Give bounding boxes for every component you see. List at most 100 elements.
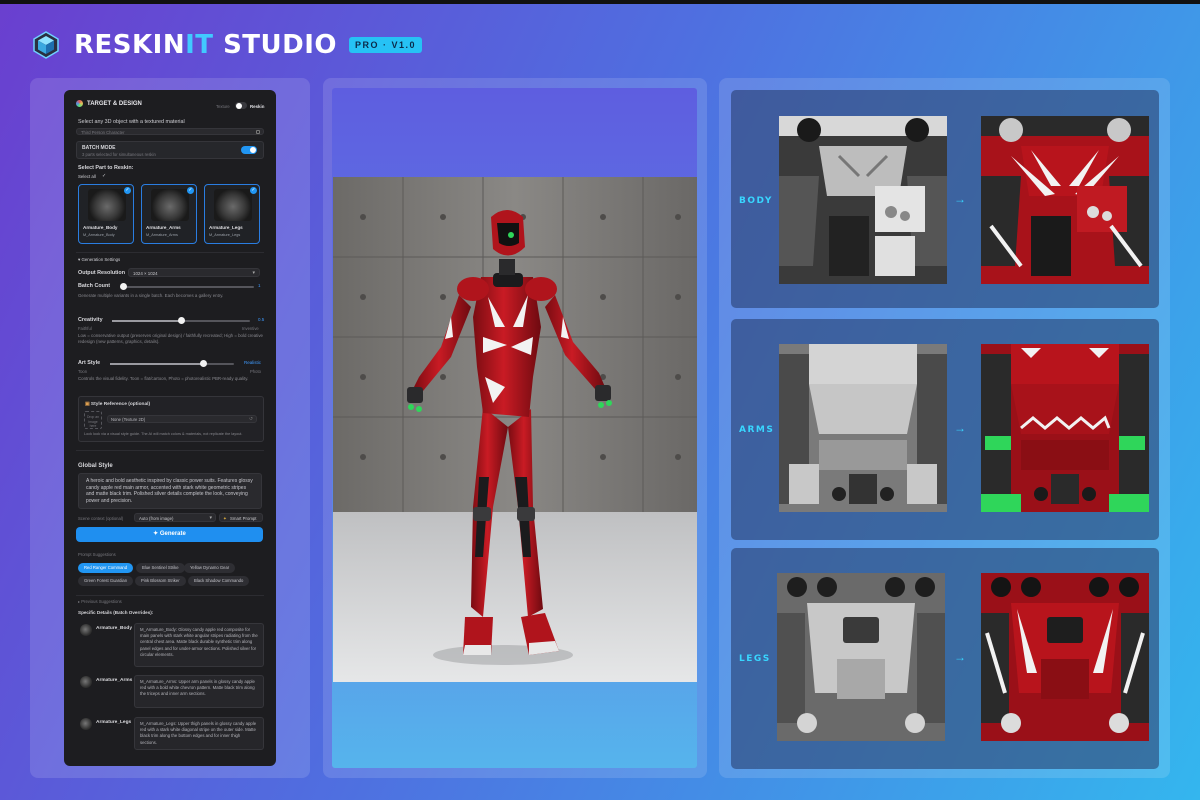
resolution-select[interactable]: 1024 × 1024 ▾	[128, 268, 260, 277]
global-style-label: Global Style	[78, 463, 113, 469]
row-label-arms: ARMS	[739, 425, 775, 435]
slider-knob[interactable]	[199, 360, 207, 367]
texture-before-legs	[777, 573, 945, 741]
sparkle-icon: ✦	[223, 515, 227, 521]
select-all-link[interactable]: Select all	[78, 174, 96, 179]
avatar	[80, 718, 92, 730]
arrow-right-icon: →	[954, 650, 966, 664]
slider-knob[interactable]	[177, 317, 185, 324]
picker-icon	[256, 130, 260, 134]
mode-texture-label: Texture	[216, 104, 230, 109]
scene-context-label: Scene context (optional)	[78, 516, 124, 521]
prompt-suggestions-label: Prompt Suggestions	[78, 552, 116, 557]
batch-mode-row: BATCH MODE 3 parts selected for simultan…	[76, 141, 264, 159]
output-resolution-label: Output Resolution	[78, 270, 126, 276]
texture-before-arms	[779, 344, 947, 512]
texture-after-body	[981, 116, 1149, 284]
batch-mode-toggle[interactable]	[241, 146, 257, 154]
suggestion-chip[interactable]: Red Ranger Command	[78, 563, 134, 573]
global-style-textarea[interactable]: A heroic and bold aesthetic inspired by …	[78, 473, 262, 509]
creativity-desc: Low = conservative output (preserves ori…	[78, 333, 263, 344]
texture-after-legs	[981, 573, 1149, 741]
part-thumbnail	[214, 189, 252, 221]
batch-count-value: 1	[258, 283, 261, 288]
suggestion-chip[interactable]: Black Shadow Commando	[188, 576, 250, 586]
detail-textarea-legs[interactable]: M_Armature_Legs: Upper thigh panels in g…	[134, 717, 264, 750]
detail-part-name: Armature_Body	[96, 626, 132, 631]
slider-fill	[110, 363, 203, 365]
part-thumbnail	[88, 189, 126, 221]
avatar	[80, 676, 92, 688]
arrow-right-icon: →	[954, 421, 966, 435]
style-ref-select[interactable]: None (Texture 2D) ↺	[107, 415, 257, 423]
avatar	[80, 624, 92, 636]
style-ref-desc: Lock look via a visual style guide. The …	[84, 432, 243, 436]
version-badge: PRO · V1.0	[349, 37, 423, 53]
character-render	[333, 177, 697, 682]
suggestion-chip[interactable]: Pink Blossom Striker	[135, 576, 186, 586]
smart-prompt-button[interactable]: ✦ Smart Prompt	[219, 513, 263, 522]
part-card-body[interactable]: ✓ Armature_Body M_Armature_Body	[78, 184, 134, 244]
part-card-legs[interactable]: ✓ Armature_Legs M_Armature_Legs	[204, 184, 260, 244]
image-icon: ▣	[85, 402, 90, 407]
reset-icon: ↺	[249, 416, 253, 421]
style-ref-dropzone[interactable]: Drop an image here	[84, 411, 102, 429]
batch-count-slider[interactable]	[120, 283, 254, 290]
art-style-min-label: Toon	[78, 369, 88, 374]
detail-part-name: Armature_Arms	[96, 678, 133, 683]
object-field[interactable]: Third Person Character	[76, 128, 264, 135]
slider-knob[interactable]	[120, 283, 127, 290]
creativity-label: Creativity	[78, 317, 103, 323]
divider	[76, 450, 264, 451]
creativity-slider[interactable]	[112, 317, 250, 324]
part-card-arms[interactable]: ✓ Armature_Arms M_Armature_Arms	[141, 184, 197, 244]
part-thumbnail	[151, 189, 189, 221]
scene-context-select[interactable]: Auto (from image) ▾	[134, 513, 216, 522]
texture-before-body	[779, 116, 947, 284]
art-style-max-label: Photo	[250, 369, 261, 374]
app-header: RESKINIT STUDIO PRO · V1.0	[32, 30, 423, 60]
cube-logo-icon	[33, 31, 59, 59]
creativity-min-label: Faithful	[78, 326, 92, 331]
divider	[76, 595, 264, 596]
detail-part-name: Armature_Legs	[96, 720, 132, 725]
3d-viewport[interactable]	[333, 177, 697, 682]
suggestion-chip[interactable]: Yellow Dynamo Gear	[184, 563, 236, 573]
slider-fill	[112, 320, 181, 322]
texture-after-arms	[981, 344, 1149, 512]
suggestion-chip[interactable]: Blue Sentinel Strike	[136, 563, 185, 573]
style-ref-label: ▣ Style Reference (optional)	[85, 402, 151, 407]
creativity-value: 0.5	[258, 317, 265, 322]
detail-textarea-body[interactable]: M_Armature_Body: Glossy candy apple red …	[134, 623, 264, 667]
art-style-value: Realistic	[244, 360, 262, 365]
chevron-down-icon: ▾	[252, 270, 255, 276]
art-style-desc: Controls the visual fidelity. Toon = fla…	[78, 376, 249, 381]
batch-count-label: Batch Count	[78, 283, 111, 289]
creativity-max-label: Inventive	[242, 326, 259, 331]
select-object-label: Select any 3D object with a textured mat…	[78, 119, 185, 125]
arrow-right-icon: →	[954, 192, 966, 206]
row-label-legs: LEGS	[739, 654, 771, 664]
checkmark-icon: ✓	[187, 187, 194, 194]
art-style-label: Art Style	[78, 360, 101, 366]
mode-toggle[interactable]	[235, 102, 247, 109]
reskin-settings-panel: TARGET & DESIGN Texture Reskin Select an…	[64, 90, 276, 766]
generate-button[interactable]: ✦ Generate	[76, 527, 263, 542]
select-part-label: Select Part to Reskin:	[78, 165, 134, 171]
style-reference-box: ▣ Style Reference (optional) Drop an ima…	[78, 396, 264, 442]
generation-settings-toggle[interactable]: ▾ Generation Settings	[78, 257, 120, 263]
art-style-slider[interactable]	[110, 360, 234, 367]
top-edge-bar	[0, 0, 1200, 4]
suggestion-chip[interactable]: Green Forest Guardian	[78, 576, 134, 586]
app-title: RESKINIT STUDIO	[74, 30, 337, 60]
palette-icon	[76, 100, 83, 107]
divider	[76, 252, 264, 253]
check-icon: ✓	[102, 173, 107, 179]
checkmark-icon: ✓	[250, 187, 257, 194]
detail-textarea-arms[interactable]: M_Armature_Arms: Upper arm panels in glo…	[134, 675, 264, 708]
previous-suggestions-toggle[interactable]: ▸ Previous Suggestions	[78, 599, 122, 604]
row-label-body: BODY	[739, 196, 773, 206]
mode-reskin-label: Reskin	[250, 104, 265, 109]
checkmark-icon: ✓	[124, 187, 131, 194]
batch-count-desc: Generate multiple variants in a single b…	[78, 293, 224, 298]
